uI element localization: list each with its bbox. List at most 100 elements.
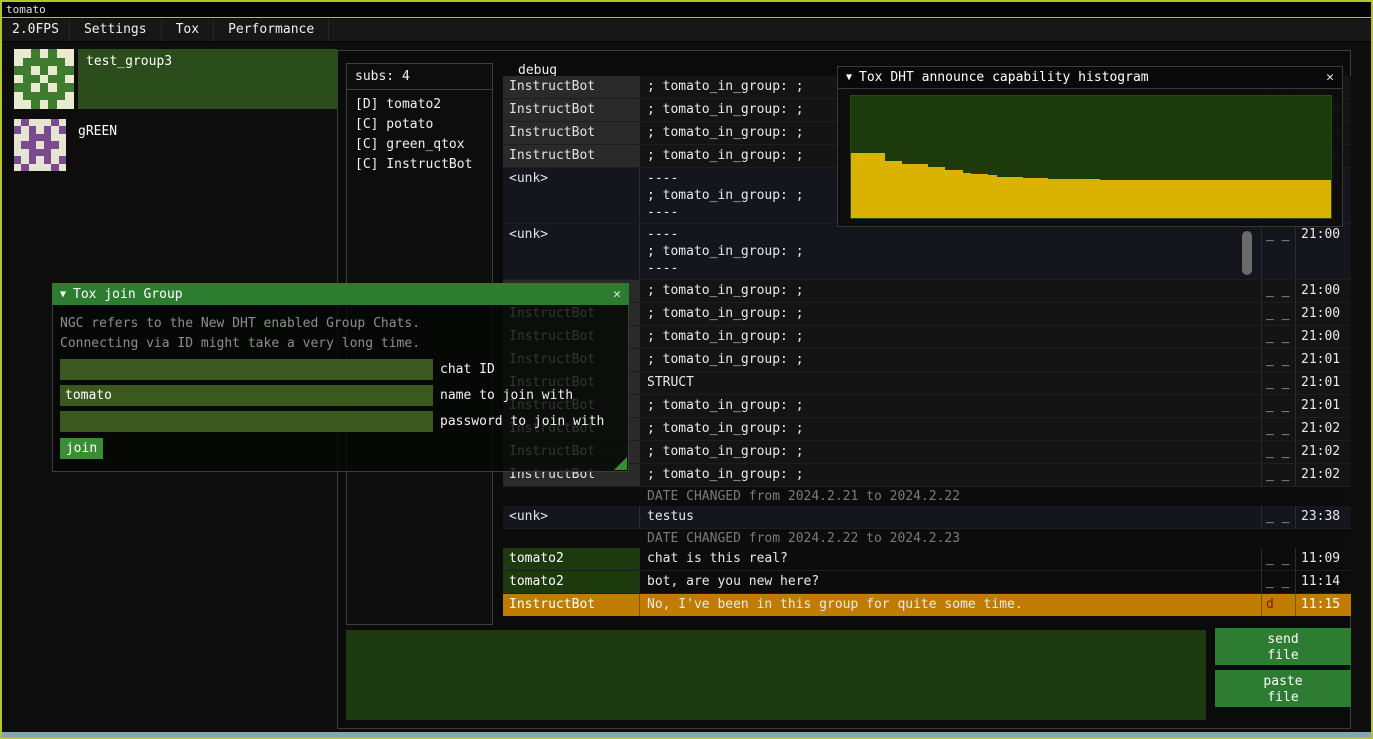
histogram-bar: [1065, 179, 1074, 218]
sender-name: <unk>: [503, 506, 640, 528]
histogram-bar: [1220, 180, 1229, 218]
close-icon[interactable]: ✕: [1326, 70, 1334, 85]
collapse-arrow-icon[interactable]: ▼: [60, 289, 66, 300]
histogram-bar: [1323, 180, 1332, 218]
histogram-titlebar[interactable]: ▼ Tox DHT announce capability histogram …: [837, 66, 1343, 88]
message-flags: d: [1262, 594, 1296, 616]
member-item[interactable]: [C] green_qtox: [347, 135, 492, 155]
message-time: 21:00: [1296, 280, 1351, 302]
histogram-bar: [1288, 180, 1297, 218]
fps-counter: 2.0FPS: [2, 19, 70, 41]
message-flags: _ _: [1262, 571, 1296, 593]
ngc-info-line-1: NGC refers to the New DHT enabled Group …: [60, 314, 628, 334]
message-time: 21:02: [1296, 441, 1351, 463]
histogram-bar: [1263, 180, 1272, 218]
message-text: STRUCT: [640, 372, 1262, 394]
send-file-label: send file: [1261, 632, 1305, 664]
message-flags: _ _: [1262, 303, 1296, 325]
group-item-test_group3[interactable]: test_group3: [14, 49, 337, 109]
chat-row: InstructBot; tomato_in_group: ;_ _21:02: [503, 441, 1351, 464]
message-text: ; tomato_in_group: ;: [640, 326, 1262, 348]
join-password-input[interactable]: [60, 411, 433, 432]
message-text: bot, are you new here?: [640, 571, 1262, 593]
histogram-bar: [980, 174, 989, 218]
histogram-bar: [1091, 179, 1100, 218]
chat-id-input[interactable]: [60, 359, 433, 380]
member-item[interactable]: [C] potato: [347, 115, 492, 135]
histogram-bar: [937, 167, 946, 218]
chat-scrollbar-thumb[interactable]: [1242, 231, 1252, 275]
message-text: ; tomato_in_group: ;: [640, 441, 1262, 463]
menu-bar: 2.0FPSSettingsToxPerformance: [2, 19, 1371, 42]
sender-name: InstructBot: [503, 76, 640, 98]
group-item-gREEN[interactable]: gREEN: [14, 119, 337, 171]
chat-row: tomato2chat is this real?_ _11:09: [503, 548, 1351, 571]
resize-grip[interactable]: [614, 457, 627, 470]
message-text: No, I've been in this group for quite so…: [640, 594, 1262, 616]
group-list: test_group3 gREEN: [14, 49, 337, 181]
app-window: tomato 2.0FPSSettingsToxPerformance test…: [0, 0, 1373, 739]
message-flags: _ _: [1262, 548, 1296, 570]
close-icon[interactable]: ✕: [613, 287, 621, 302]
message-flags: _ _: [1262, 441, 1296, 463]
collapse-arrow-icon[interactable]: ▼: [846, 72, 852, 83]
message-text: ; tomato_in_group: ;: [640, 418, 1262, 440]
message-input[interactable]: [346, 630, 1206, 720]
histogram-bar: [1254, 180, 1263, 218]
paste-file-button[interactable]: paste file: [1215, 670, 1351, 707]
histogram-bar: [1005, 177, 1014, 218]
message-text: ; tomato_in_group: ;: [640, 395, 1262, 417]
message-text: chat is this real?: [640, 548, 1262, 570]
join-password-label: password to join with: [440, 414, 604, 429]
histogram-bar: [1237, 180, 1246, 218]
sender-name: InstructBot: [503, 99, 640, 121]
histogram-bar: [1057, 179, 1066, 218]
join-name-input[interactable]: [60, 385, 433, 406]
group-name: test_group3: [86, 54, 329, 69]
histogram-bar: [997, 177, 1006, 218]
histogram-bar: [1143, 180, 1152, 218]
join-group-body: NGC refers to the New DHT enabled Group …: [52, 305, 629, 472]
histogram-bar: [1271, 180, 1280, 218]
histogram-bar: [1031, 178, 1040, 218]
group-name: gREEN: [78, 124, 329, 139]
message-flags: _ _: [1262, 395, 1296, 417]
chat-row: DATE CHANGED from 2024.2.22 to 2024.2.23: [503, 529, 1351, 548]
message-flags: _ _: [1262, 464, 1296, 486]
sender-name: InstructBot: [503, 594, 640, 616]
member-item[interactable]: [D] tomato2: [347, 95, 492, 115]
menu-item-tox[interactable]: Tox: [162, 19, 214, 41]
group-avatar: [14, 119, 66, 171]
message-time: 23:38: [1296, 506, 1351, 528]
paste-file-label: paste file: [1261, 674, 1305, 706]
histogram-bar: [1314, 180, 1323, 218]
sender-name: <unk>: [503, 168, 640, 223]
join-group-titlebar[interactable]: ▼ Tox join Group ✕: [52, 283, 629, 305]
histogram-bar: [1246, 180, 1255, 218]
menu-item-performance[interactable]: Performance: [214, 19, 329, 41]
histogram-bar: [1151, 180, 1160, 218]
send-file-button[interactable]: send file: [1215, 628, 1351, 665]
menu-item-settings[interactable]: Settings: [70, 19, 162, 41]
histogram-body: [837, 88, 1343, 227]
join-button[interactable]: join: [60, 438, 103, 459]
histogram-bar: [1040, 178, 1049, 218]
chat-id-label: chat ID: [440, 362, 495, 377]
histogram-bar: [1280, 180, 1289, 218]
chat-row: InstructBot; tomato_in_group: ;_ _21:00: [503, 303, 1351, 326]
join-name-row: name to join with: [60, 385, 628, 406]
date-changed-text: DATE CHANGED from 2024.2.22 to 2024.2.23: [503, 529, 960, 548]
join-password-row: password to join with: [60, 411, 628, 432]
message-flags: _ _: [1262, 224, 1296, 279]
message-time: 21:01: [1296, 372, 1351, 394]
message-time: 21:00: [1296, 326, 1351, 348]
member-item[interactable]: [C] InstructBot: [347, 155, 492, 175]
sender-name: InstructBot: [503, 122, 640, 144]
window-titlebar[interactable]: tomato: [2, 2, 1371, 18]
bottom-edge: [2, 732, 1371, 737]
histogram-bar: [1306, 180, 1315, 218]
histogram-bar: [1117, 180, 1126, 218]
chat-row: InstructBot; tomato_in_group: ;_ _21:01: [503, 349, 1351, 372]
message-time: 11:09: [1296, 548, 1351, 570]
message-text: ; tomato_in_group: ;: [640, 280, 1262, 302]
